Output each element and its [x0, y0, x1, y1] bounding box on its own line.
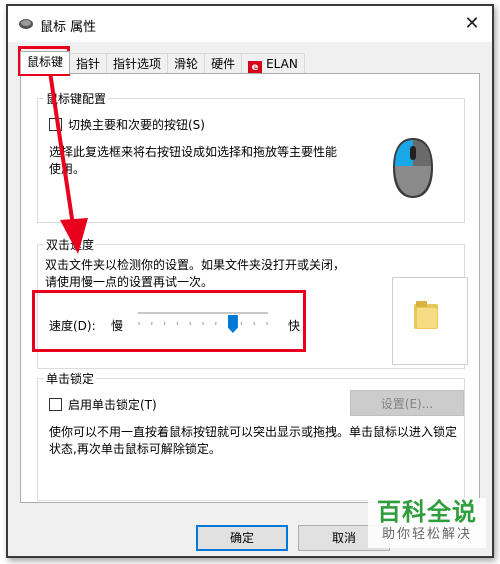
window-title: 鼠标 属性 [40, 20, 97, 35]
watermark-sub: 助你轻松解决 [381, 527, 472, 542]
watermark-logo: 百科全说 助你轻松解决 [368, 498, 486, 548]
tab-elan-label: ELAN [266, 57, 298, 71]
click-lock-checkbox[interactable] [49, 398, 62, 411]
click-lock-description: 使你可以不用一直按着鼠标按钮就可以突出显示或拖拽。单击鼠标以进入锁定状态,再次单… [49, 425, 458, 456]
mouse-illustration-icon [393, 138, 433, 198]
double-click-test-area[interactable] [392, 277, 468, 365]
tab-hardware[interactable]: 硬件 [204, 53, 243, 74]
tab-wheel[interactable]: 滑轮 [167, 53, 206, 74]
folder-icon[interactable] [413, 300, 439, 330]
tab-elan[interactable]: e ELAN [241, 53, 305, 75]
annotation-arrow-icon [48, 71, 88, 254]
click-lock-row[interactable]: 启用单击锁定(T) [49, 396, 157, 413]
watermark-main: 百科全说 [377, 498, 477, 526]
tab-buttons[interactable]: 鼠标键 [20, 51, 71, 74]
annotation-highlight-speed [32, 290, 306, 352]
ok-button[interactable]: 确定 [196, 525, 288, 551]
title-bar: 鼠标 属性 ✕ [8, 6, 492, 42]
close-button[interactable]: ✕ [460, 12, 484, 36]
tab-strip: 鼠标键 指针 指针选项 滑轮 硬件 e ELAN [20, 51, 305, 75]
click-lock-title: 单击锁定 [44, 370, 97, 387]
double-click-description: 双击文件夹以检测你的设置。如果文件夹没打开或关闭，请使用慢一点的设置再试一次。 [45, 258, 346, 289]
click-lock-settings-button[interactable]: 设置(E)... [350, 390, 464, 416]
dialog-window: 鼠标 属性 ✕ 鼠标键 指针 指针选项 滑轮 硬件 e ELAN 鼠标键配置 切换… [6, 4, 494, 558]
tab-pointer-options[interactable]: 指针选项 [106, 53, 169, 74]
click-lock-label: 启用单击锁定(T) [68, 398, 157, 412]
mouse-props-icon [19, 19, 33, 29]
